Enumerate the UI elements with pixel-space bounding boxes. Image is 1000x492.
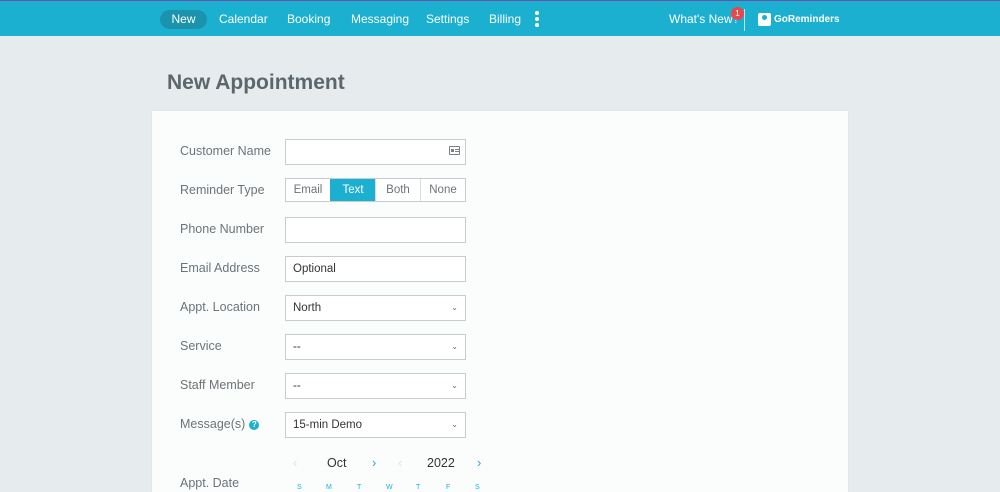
staff-member-label: Staff Member — [180, 378, 255, 392]
customer-name-label: Customer Name — [180, 144, 271, 158]
notification-badge: 1 — [731, 7, 744, 20]
calendar-month: Oct — [327, 456, 347, 470]
email-placeholder: Optional — [293, 263, 336, 275]
contact-card-icon[interactable] — [449, 146, 460, 155]
nav-settings[interactable]: Settings — [426, 10, 469, 29]
reminder-type-label: Reminder Type — [180, 183, 265, 197]
nav-divider — [744, 9, 745, 31]
phone-number-label: Phone Number — [180, 222, 265, 236]
appt-date-label: Appt. Date — [180, 476, 240, 490]
email-address-label: Email Address — [180, 261, 260, 275]
chevron-down-icon: ⌄ — [451, 303, 458, 312]
weekday-label: S — [475, 484, 480, 491]
messages-label-group: Message(s)? — [180, 417, 260, 431]
reminder-email-option[interactable]: Email — [286, 179, 330, 201]
reminder-text-option[interactable]: Text — [330, 179, 375, 201]
more-menu-icon[interactable] — [532, 10, 542, 28]
reminder-both-option[interactable]: Both — [375, 179, 420, 201]
whats-new-link[interactable]: What's New? — [669, 10, 739, 29]
prev-year-icon[interactable]: ‹ — [398, 455, 402, 470]
account-menu[interactable]: GoReminders — [758, 11, 840, 27]
weekday-label: S — [297, 484, 302, 491]
email-address-input[interactable]: Optional — [285, 256, 466, 282]
messages-label: Message(s) — [180, 417, 246, 431]
nav-new[interactable]: New — [160, 10, 207, 29]
phone-number-input[interactable] — [285, 217, 466, 243]
location-selected-value: North — [293, 302, 322, 314]
weekday-label: M — [326, 484, 332, 491]
service-label: Service — [180, 339, 222, 353]
chevron-down-icon: ⌄ — [451, 420, 458, 429]
nav-booking[interactable]: Booking — [287, 10, 330, 29]
nav-messaging[interactable]: Messaging — [351, 10, 409, 29]
chevron-down-icon: ⌄ — [451, 342, 458, 351]
nav-billing[interactable]: Billing — [489, 10, 521, 29]
messages-select[interactable]: 15-min Demo ⌄ — [285, 412, 466, 438]
messages-selected-value: 15-min Demo — [293, 419, 363, 431]
weekday-label: T — [357, 484, 362, 491]
service-select[interactable]: -- ⌄ — [285, 334, 466, 360]
location-select[interactable]: North ⌄ — [285, 295, 466, 321]
next-month-icon[interactable]: › — [372, 455, 376, 470]
chevron-down-icon: ⌄ — [451, 381, 458, 390]
help-icon[interactable]: ? — [249, 419, 260, 430]
top-navigation-bar: New Calendar Booking Messaging Settings … — [0, 0, 1000, 36]
reminder-type-toggle: Email Text Both None — [285, 178, 466, 202]
customer-name-input[interactable] — [285, 139, 466, 165]
nav-calendar[interactable]: Calendar — [219, 10, 268, 29]
brand-name: GoReminders — [774, 13, 840, 25]
prev-month-icon[interactable]: ‹ — [293, 455, 297, 470]
location-label: Appt. Location — [180, 300, 260, 314]
service-selected-value: -- — [293, 341, 301, 353]
staff-member-select[interactable]: -- ⌄ — [285, 373, 466, 399]
calendar-year: 2022 — [427, 456, 455, 470]
next-year-icon[interactable]: › — [477, 455, 481, 470]
weekday-label: W — [386, 484, 393, 491]
page-title: New Appointment — [167, 71, 345, 94]
account-icon — [758, 12, 771, 26]
reminder-none-option[interactable]: None — [420, 179, 465, 201]
weekday-label: F — [446, 484, 451, 491]
weekday-label: T — [416, 484, 421, 491]
staff-selected-value: -- — [293, 380, 301, 392]
